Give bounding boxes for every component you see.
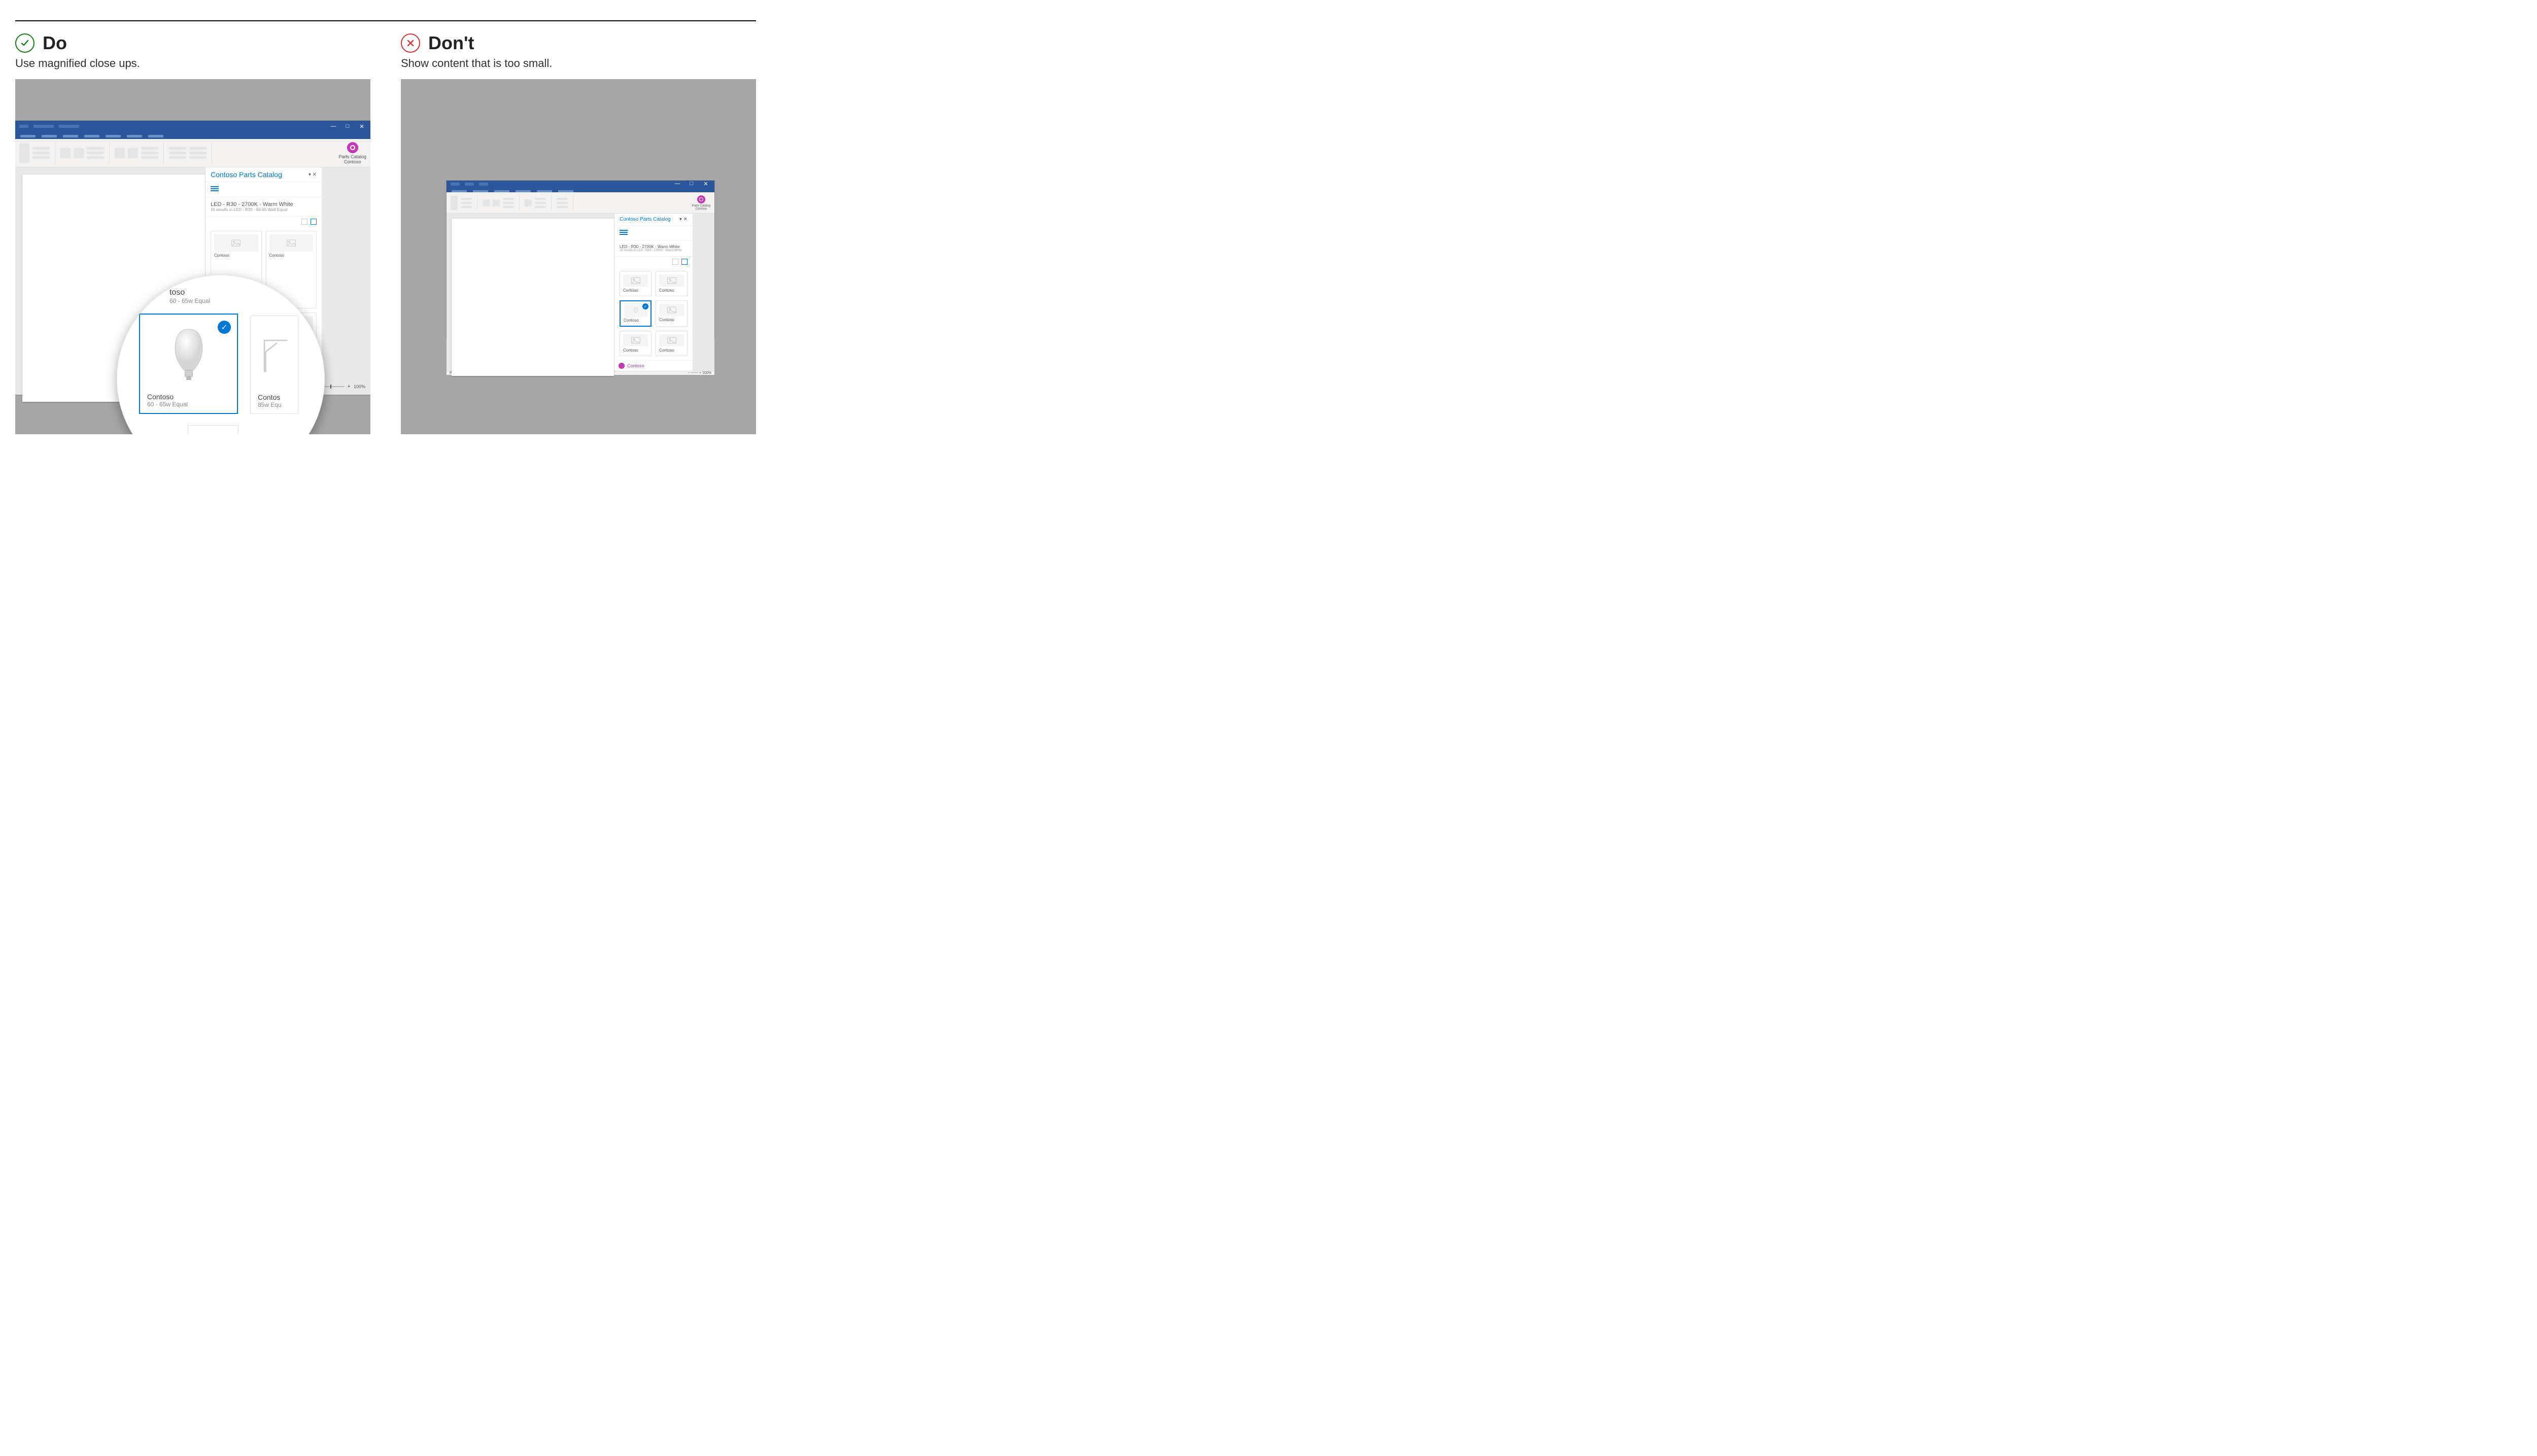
ribbon: Parts Catalog Contoso	[15, 139, 370, 167]
catalog-card[interactable]: Contoso	[620, 331, 652, 356]
dont-column: Don't Show content that is too small. — …	[401, 32, 756, 434]
addin-bulb-icon	[347, 142, 358, 153]
checkmark-icon	[15, 33, 35, 53]
minimize-icon[interactable]: —	[329, 123, 338, 130]
taskpane-footer: Contoso	[614, 360, 693, 371]
list-view-icon[interactable]	[672, 259, 678, 265]
do-header: Do	[15, 32, 370, 54]
taskpane-search-result: LED - R30 - 2700K - Warm White 16 result…	[205, 197, 322, 217]
close-icon[interactable]: ✕	[357, 123, 366, 130]
do-dont-comparison: Do Use magnified close ups. — □ ✕	[15, 20, 756, 434]
statusbar-zoom[interactable]: − ─── + 100%	[688, 371, 711, 375]
minimize-icon[interactable]: —	[673, 181, 682, 187]
catalog-card-selected[interactable]: ✓Contoso	[620, 300, 652, 327]
taskpane-title: Contoso Parts Catalog	[211, 170, 282, 179]
taskpane-search-result: LED - R30 - 2700K - Warm White 16 result…	[614, 240, 693, 257]
maximize-icon[interactable]: □	[687, 181, 696, 187]
catalog-card[interactable]: Contoso	[620, 271, 652, 296]
taskpane-title: Contoso Parts Catalog	[620, 217, 671, 222]
cross-icon	[401, 33, 420, 53]
word-window-small: — □ ✕ Parts Catalog	[447, 181, 714, 338]
ribbon-tabs	[447, 187, 714, 192]
magnified-card-partial-bottom	[188, 425, 238, 434]
document-page[interactable]	[452, 219, 614, 376]
addin-name: Parts Catalog	[338, 154, 366, 159]
catalog-card[interactable]: Contoso	[656, 271, 688, 296]
list-view-icon[interactable]	[301, 219, 307, 225]
taskpane-grid: Contoso Contoso ✓Contoso Contoso Contoso…	[614, 267, 693, 360]
publisher-dot-icon	[619, 363, 625, 369]
do-subtitle: Use magnified close ups.	[15, 57, 370, 70]
maximize-icon[interactable]: □	[343, 123, 352, 130]
do-title: Do	[43, 32, 67, 54]
taskpane-close-icon[interactable]: ▾ ✕	[308, 172, 317, 178]
ribbon-addin-button[interactable]: Parts Catalog Contoso	[692, 195, 710, 211]
dont-mock-stage: — □ ✕ Parts Catalog	[401, 79, 756, 434]
dont-header: Don't	[401, 32, 756, 54]
do-mock-stage: — □ ✕ Parts Catalog	[15, 79, 370, 434]
grid-view-icon[interactable]	[681, 259, 688, 265]
hamburger-icon[interactable]	[211, 185, 219, 192]
do-column: Do Use magnified close ups. — □ ✕	[15, 32, 370, 434]
selected-check-icon: ✓	[642, 303, 648, 309]
grid-view-icon[interactable]	[311, 219, 317, 225]
dont-subtitle: Show content that is too small.	[401, 57, 756, 70]
magnified-card-selected[interactable]: ✓ Contoso 60 - 65w Equal	[139, 314, 238, 414]
document-body: Contoso Parts Catalog ▾ ✕ LED - R30 - 27…	[447, 214, 714, 371]
close-icon[interactable]: ✕	[701, 181, 710, 187]
magnified-card-partial-right[interactable]: Contos 85w Equ	[250, 316, 298, 414]
ribbon-addin-button[interactable]: Parts Catalog Contoso	[338, 142, 366, 164]
titlebar: — □ ✕	[15, 121, 370, 132]
taskpane: Contoso Parts Catalog ▾ ✕ LED - R30 - 27…	[614, 214, 693, 371]
catalog-card[interactable]: Contoso	[656, 331, 688, 356]
selected-check-icon: ✓	[218, 321, 231, 334]
addin-publisher: Contoso	[338, 159, 366, 164]
addin-bulb-icon	[697, 195, 705, 203]
catalog-card[interactable]: Contoso	[656, 300, 688, 327]
ribbon-tabs	[15, 132, 370, 139]
taskpane-close-icon[interactable]: ▾ ✕	[679, 217, 688, 222]
titlebar: — □ ✕	[447, 181, 714, 187]
hamburger-icon[interactable]	[620, 229, 628, 236]
ribbon: Parts Catalog Contoso	[447, 192, 714, 214]
dont-title: Don't	[428, 32, 474, 54]
